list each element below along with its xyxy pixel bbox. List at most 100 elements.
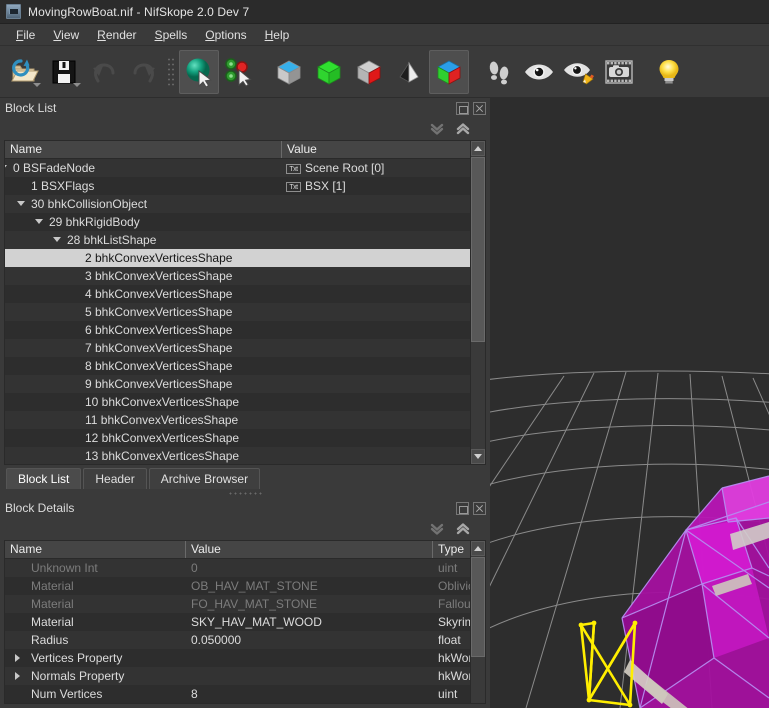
- block-details-expand-all-button[interactable]: [450, 519, 476, 539]
- block-list-row[interactable]: 0 BSFadeNodeTxtScene Root [0]: [5, 159, 485, 177]
- block-details-scroll-up-button[interactable]: [471, 541, 485, 556]
- block-list-expand-all-button[interactable]: [450, 119, 476, 139]
- expander-expand-icon[interactable]: [15, 654, 20, 662]
- menu-item-file[interactable]: File: [7, 26, 44, 44]
- block-list-row[interactable]: 30 bhkCollisionObject: [5, 195, 485, 213]
- block-details-float-button[interactable]: [456, 502, 469, 515]
- block-details-row-value[interactable]: 0.050000: [186, 633, 433, 647]
- expander-collapse-icon[interactable]: [5, 165, 7, 170]
- lighting-button[interactable]: [649, 50, 689, 94]
- expander-expand-icon[interactable]: [15, 672, 20, 680]
- block-details-scrollbar[interactable]: [470, 541, 485, 703]
- block-list-row[interactable]: 29 bhkRigidBody: [5, 213, 485, 231]
- block-list-row[interactable]: 1 BSXFlagsTxtBSX [1]: [5, 177, 485, 195]
- show-markers-button[interactable]: [389, 50, 429, 94]
- green-cube-icon: [314, 58, 344, 86]
- expander-collapse-icon[interactable]: [35, 219, 43, 224]
- block-list-tree[interactable]: Name Value 0 BSFadeNodeTxtScene Root [0]…: [4, 140, 486, 465]
- dock-splitter-handle[interactable]: [0, 489, 490, 498]
- block-details-row-value[interactable]: 0: [186, 561, 433, 575]
- block-list-column-name[interactable]: Name: [5, 141, 282, 158]
- show-nodes-button[interactable]: [269, 50, 309, 94]
- expander-collapse-icon[interactable]: [17, 201, 25, 206]
- block-list-row-name: 13 bhkConvexVerticesShape: [5, 449, 282, 463]
- block-list-scroll-thumb[interactable]: [471, 157, 485, 342]
- screenshot-button[interactable]: [599, 50, 639, 94]
- menu-item-options[interactable]: Options: [196, 26, 255, 44]
- block-details-column-name[interactable]: Name: [5, 541, 186, 558]
- tab-archive-browser[interactable]: Archive Browser: [149, 468, 260, 489]
- toolbar-grip[interactable]: [167, 57, 176, 87]
- block-details-row[interactable]: MaterialFO_HAV_MAT_STONEFallout: [5, 595, 485, 613]
- block-list-row[interactable]: 9 bhkConvexVerticesShape: [5, 375, 485, 393]
- block-details-panel-header: Block Details: [0, 498, 490, 518]
- walk-mode-button[interactable]: [479, 50, 519, 94]
- 3d-render-viewport[interactable]: [490, 98, 769, 708]
- block-list-row[interactable]: 6 bhkConvexVerticesShape: [5, 321, 485, 339]
- block-details-row-value[interactable]: OB_HAV_MAT_STONE: [186, 579, 433, 593]
- block-details-row[interactable]: Normals PropertyhkWor: [5, 667, 485, 685]
- block-list-title: Block List: [5, 101, 56, 115]
- select-vertex-button[interactable]: [219, 50, 259, 94]
- block-details-close-button[interactable]: [473, 502, 486, 515]
- save-file-button[interactable]: [44, 50, 84, 94]
- block-list-scrollbar[interactable]: [470, 141, 485, 464]
- menu-item-render[interactable]: Render: [88, 26, 145, 44]
- select-object-button[interactable]: [179, 50, 219, 94]
- block-details-row-value[interactable]: FO_HAV_MAT_STONE: [186, 597, 433, 611]
- bw-fold-icon: [394, 58, 424, 86]
- block-list-scroll-up-button[interactable]: [471, 141, 485, 156]
- block-list-row-label: 6 bhkConvexVerticesShape: [5, 323, 232, 337]
- block-details-column-value[interactable]: Value: [186, 541, 433, 558]
- block-list-float-button[interactable]: [456, 102, 469, 115]
- menu-item-view[interactable]: View: [44, 26, 88, 44]
- show-constraints-button[interactable]: [349, 50, 389, 94]
- menu-item-spells[interactable]: Spells: [146, 26, 197, 44]
- block-list-column-value[interactable]: Value: [282, 141, 478, 158]
- block-list-row[interactable]: 11 bhkConvexVerticesShape: [5, 411, 485, 429]
- chevron-double-down-icon: [429, 522, 445, 536]
- block-list-row[interactable]: 8 bhkConvexVerticesShape: [5, 357, 485, 375]
- block-list-row[interactable]: 28 bhkListShape: [5, 231, 485, 249]
- tab-header[interactable]: Header: [83, 468, 146, 489]
- open-file-dropdown-caret[interactable]: [33, 83, 41, 87]
- redo-button[interactable]: [124, 50, 164, 94]
- block-details-row[interactable]: MaterialSKY_HAV_MAT_WOODSkyrim: [5, 613, 485, 631]
- block-details-row[interactable]: Num Vertices8uint: [5, 685, 485, 703]
- block-details-scroll-thumb[interactable]: [471, 557, 485, 657]
- open-file-button[interactable]: [4, 50, 44, 94]
- edit-view-button[interactable]: [559, 50, 599, 94]
- block-list-row-name: 11 bhkConvexVerticesShape: [5, 413, 282, 427]
- block-list-chevron-row: [0, 118, 490, 140]
- block-list-row[interactable]: 12 bhkConvexVerticesShape: [5, 429, 485, 447]
- block-list-row[interactable]: 10 bhkConvexVerticesShape: [5, 393, 485, 411]
- block-list-row[interactable]: 5 bhkConvexVerticesShape: [5, 303, 485, 321]
- block-list-row-label: 3 bhkConvexVerticesShape: [5, 269, 232, 283]
- block-list-row[interactable]: 13 bhkConvexVerticesShape: [5, 447, 485, 465]
- block-details-row[interactable]: Vertices PropertyhkWor: [5, 649, 485, 667]
- view-button[interactable]: [519, 50, 559, 94]
- block-details-row[interactable]: MaterialOB_HAV_MAT_STONEOblivio: [5, 577, 485, 595]
- save-file-dropdown-caret[interactable]: [73, 83, 81, 87]
- block-details-row[interactable]: Unknown Int0uint: [5, 559, 485, 577]
- block-details-row[interactable]: Radius0.050000float: [5, 631, 485, 649]
- block-list-row[interactable]: 7 bhkConvexVerticesShape: [5, 339, 485, 357]
- block-list-row[interactable]: 3 bhkConvexVerticesShape: [5, 267, 485, 285]
- block-details-collapse-all-button[interactable]: [424, 519, 450, 539]
- block-details-row-value[interactable]: 8: [186, 687, 433, 701]
- menu-item-help[interactable]: Help: [256, 26, 299, 44]
- block-list-scroll-down-button[interactable]: [471, 449, 485, 464]
- menu-item-view-rest: iew: [61, 28, 79, 42]
- show-axes-button[interactable]: [429, 50, 469, 94]
- block-list-close-button[interactable]: [473, 102, 486, 115]
- block-list-row[interactable]: 4 bhkConvexVerticesShape: [5, 285, 485, 303]
- undo-button[interactable]: [84, 50, 124, 94]
- block-list-row[interactable]: 2 bhkConvexVerticesShape: [5, 249, 485, 267]
- expander-collapse-icon[interactable]: [53, 237, 61, 242]
- block-details-tree[interactable]: Name Value Type Unknown Int0uintMaterial…: [4, 540, 486, 704]
- show-collision-button[interactable]: [309, 50, 349, 94]
- block-list-collapse-all-button[interactable]: [424, 119, 450, 139]
- block-list-panel: Block List: [0, 98, 490, 498]
- block-details-row-value[interactable]: SKY_HAV_MAT_WOOD: [186, 615, 433, 629]
- tab-block-list[interactable]: Block List: [6, 468, 81, 489]
